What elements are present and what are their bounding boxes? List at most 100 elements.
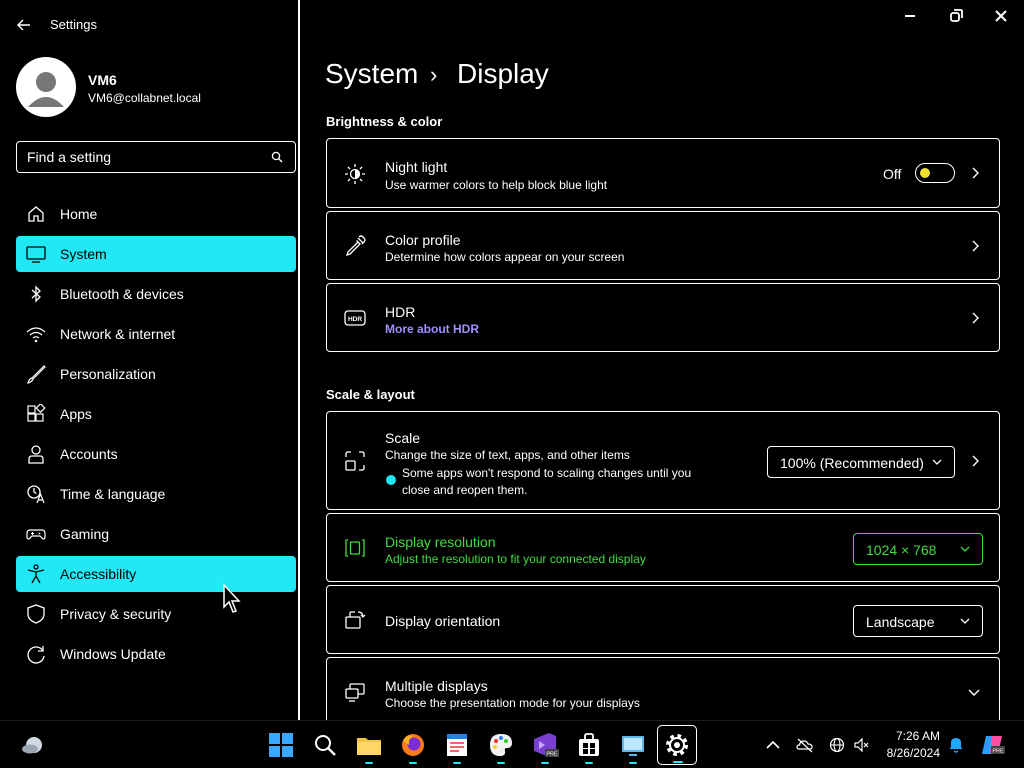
firefox-icon: [402, 734, 424, 756]
scale-title: Scale: [385, 430, 421, 446]
copilot-icon[interactable]: PRE: [980, 733, 1006, 757]
speaker-muted-icon[interactable]: [853, 737, 871, 753]
running-indicator: [629, 762, 637, 764]
close-icon: [995, 10, 1007, 22]
app-title: Settings: [50, 17, 97, 32]
weather-widget-icon[interactable]: [20, 734, 46, 756]
restore-button[interactable]: [936, 4, 976, 30]
hdr-link[interactable]: More about HDR: [385, 322, 479, 336]
bluetooth-icon: [31, 285, 41, 303]
chevron-right-icon[interactable]: [969, 311, 981, 325]
taskbar-search-button[interactable]: [309, 729, 341, 761]
search-icon[interactable]: [271, 151, 283, 163]
shield-icon: [27, 604, 45, 624]
hdr-icon: HDR: [344, 310, 366, 326]
breadcrumb-parent[interactable]: System: [325, 58, 418, 90]
night-light-card[interactable]: Night light Use warmer colors to help bl…: [326, 138, 1000, 208]
sidebar-item-gaming[interactable]: Gaming: [16, 516, 296, 552]
info-dot-icon: [386, 475, 396, 485]
user-name: VM6: [88, 72, 117, 88]
running-indicator: [585, 762, 593, 764]
brush-icon: [27, 365, 46, 384]
taskbar-visual-studio[interactable]: PRE: [529, 729, 561, 764]
running-indicator: [541, 762, 549, 764]
chevron-right-icon[interactable]: [969, 239, 981, 253]
back-button[interactable]: [12, 14, 36, 36]
hdr-card[interactable]: HDR HDR More about HDR: [326, 283, 1000, 352]
globe-network-icon[interactable]: [828, 737, 846, 753]
color-profile-card[interactable]: Color profile Determine how colors appea…: [326, 211, 1000, 280]
svg-text:HDR: HDR: [348, 316, 362, 323]
scale-dropdown[interactable]: 100% (Recommended): [767, 446, 955, 478]
taskbar-date[interactable]: 8/26/2024: [887, 746, 940, 760]
display-resolution-subtitle: Adjust the resolution to fit your connec…: [385, 552, 646, 566]
taskbar-remote-desktop[interactable]: [617, 729, 649, 764]
color-profile-title: Color profile: [385, 232, 461, 248]
sidebar-item-label: Privacy & security: [60, 606, 172, 622]
chevron-down-icon: [960, 546, 970, 552]
avatar[interactable]: [16, 57, 76, 117]
update-icon: [27, 646, 45, 664]
user-email: VM6@collabnet.local: [88, 91, 201, 105]
display-orientation-card[interactable]: Display orientation Landscape: [326, 585, 1000, 654]
sidebar-item-network[interactable]: Network & internet: [16, 316, 296, 352]
sidebar-divider: [298, 0, 300, 720]
resolution-dropdown[interactable]: 1024 × 768: [853, 533, 983, 565]
minimize-button[interactable]: [890, 4, 930, 30]
night-light-state: Off: [883, 166, 902, 182]
sidebar-item-home[interactable]: Home: [16, 196, 296, 232]
multiple-displays-title: Multiple displays: [385, 678, 488, 694]
sidebar-item-accounts[interactable]: Accounts: [16, 436, 296, 472]
multiple-displays-card[interactable]: Multiple displays Choose the presentatio…: [326, 657, 1000, 727]
scale-card[interactable]: Scale Change the size of text, apps, and…: [326, 411, 1000, 510]
sidebar-item-privacy[interactable]: Privacy & security: [16, 596, 296, 632]
search-input[interactable]: [27, 149, 257, 165]
night-light-toggle[interactable]: [915, 163, 955, 183]
svg-text:PRE: PRE: [546, 752, 558, 758]
orientation-icon: [345, 611, 366, 629]
sidebar-item-time-language[interactable]: Time & language: [16, 476, 296, 512]
onedrive-offline-icon[interactable]: [796, 737, 814, 753]
taskbar-firefox[interactable]: [397, 729, 429, 764]
orientation-dropdown[interactable]: Landscape: [853, 605, 983, 637]
remote-desktop-icon: [622, 736, 644, 756]
running-indicator: [453, 762, 461, 764]
start-button[interactable]: [265, 729, 297, 761]
multiple-displays-icon: [345, 683, 365, 702]
display-orientation-title: Display orientation: [385, 613, 501, 629]
running-indicator: [673, 761, 683, 763]
sidebar-item-system[interactable]: System: [16, 236, 296, 272]
running-indicator: [365, 762, 373, 764]
restore-icon: [950, 9, 963, 22]
notification-bell-icon[interactable]: [947, 736, 965, 754]
taskbar-notepad-app[interactable]: [441, 729, 473, 764]
chevron-right-icon[interactable]: [969, 454, 981, 468]
search-box[interactable]: [16, 141, 296, 173]
sidebar-item-accessibility[interactable]: Accessibility: [16, 556, 296, 592]
section-heading-scale-layout: Scale & layout: [326, 387, 415, 402]
taskbar-settings-active[interactable]: [657, 725, 697, 765]
sidebar-item-label: Apps: [60, 406, 92, 422]
svg-text:PRE: PRE: [992, 749, 1004, 755]
multiple-displays-subtitle: Choose the presentation mode for your di…: [385, 696, 640, 710]
sidebar-item-bluetooth[interactable]: Bluetooth & devices: [16, 276, 296, 312]
display-resolution-card[interactable]: Display resolution Adjust the resolution…: [326, 513, 1000, 582]
taskbar-file-explorer[interactable]: [353, 729, 385, 764]
chevron-right-icon[interactable]: [969, 166, 981, 180]
sidebar-item-personalization[interactable]: Personalization: [16, 356, 296, 392]
sidebar-item-windows-update[interactable]: Windows Update: [16, 636, 296, 672]
running-indicator: [409, 762, 417, 764]
night-light-icon: [345, 164, 365, 184]
taskbar-store[interactable]: [573, 729, 605, 764]
sidebar-item-apps[interactable]: Apps: [16, 396, 296, 432]
chevron-down-icon: [960, 618, 970, 624]
sidebar: Settings VM6 VM6@collabnet.local Home Sy…: [0, 0, 298, 720]
chevron-down-icon[interactable]: [967, 688, 981, 698]
toggle-thumb: [920, 168, 930, 178]
user-silhouette-icon: [28, 72, 64, 107]
notepad-icon: [447, 734, 467, 756]
taskbar-time[interactable]: 7:26 AM: [896, 729, 940, 743]
chevron-up-icon[interactable]: [764, 737, 782, 753]
taskbar-paint[interactable]: [485, 729, 517, 764]
close-button[interactable]: [981, 4, 1021, 30]
